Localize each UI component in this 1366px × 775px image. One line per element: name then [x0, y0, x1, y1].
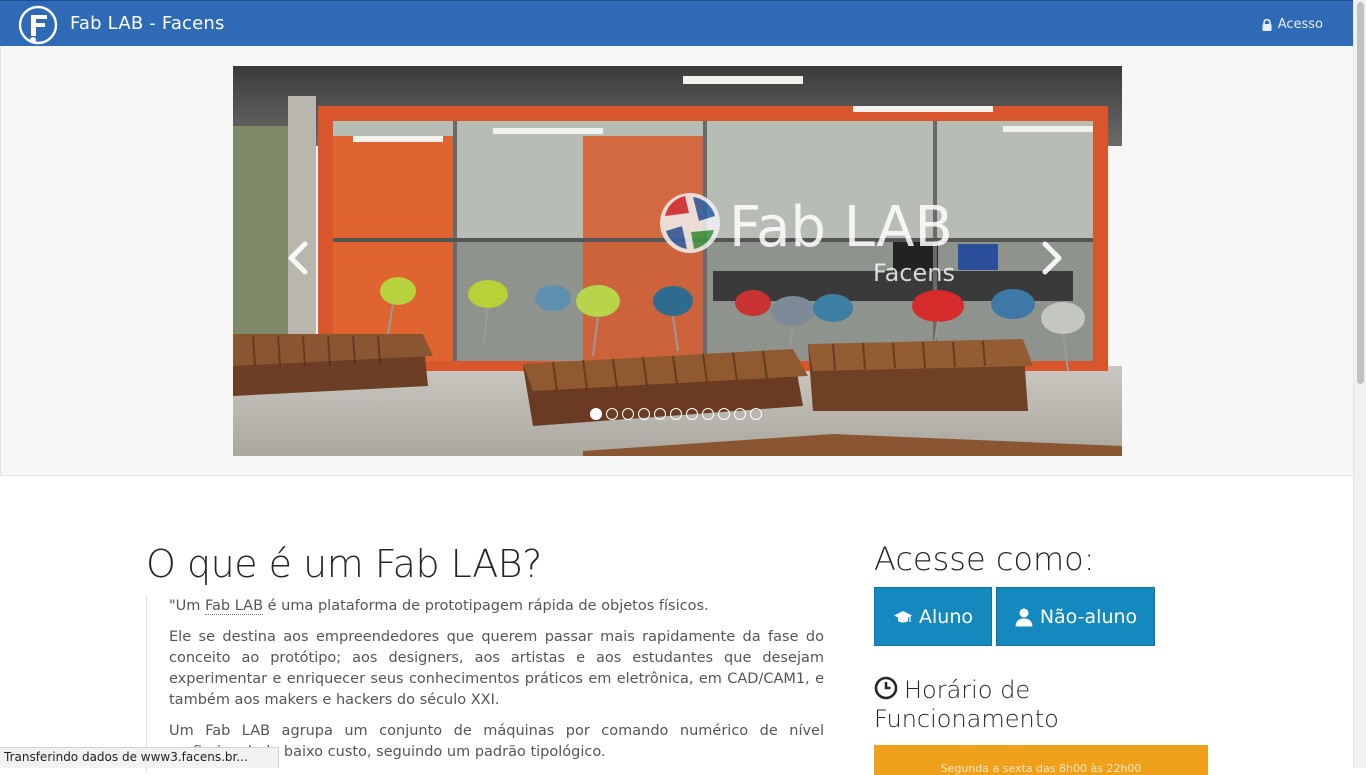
- hours-title: Horário de Funcionamento: [874, 676, 1059, 733]
- carousel-indicator-dot[interactable]: [702, 408, 714, 420]
- hours-heading: Horário de Funcionamento: [874, 676, 1134, 734]
- quote-paragraph-2: Ele se destina aos empreendedores que qu…: [169, 629, 824, 708]
- carousel-indicator-dot[interactable]: [590, 408, 602, 420]
- carousel-indicator-dot[interactable]: [750, 408, 762, 420]
- aluno-label: Aluno: [919, 605, 973, 628]
- fablab-abbr: Fab LAB: [205, 598, 264, 615]
- quote-p1-suffix: é uma plataforma de prototipagem rápida …: [263, 598, 709, 614]
- carousel-indicator-dot[interactable]: [734, 408, 746, 420]
- browser-status-bar: Transferindo dados de www3.facens.br...: [0, 747, 279, 768]
- carousel-indicator-dot[interactable]: [654, 408, 666, 420]
- carousel-next-icon[interactable]: [1037, 238, 1067, 278]
- carousel-indicator-dot[interactable]: [606, 408, 618, 420]
- carousel-indicator-dot[interactable]: [686, 408, 698, 420]
- carousel-indicator-dot[interactable]: [718, 408, 730, 420]
- page-scrollbar[interactable]: [1353, 0, 1366, 768]
- carousel-indicator-dot[interactable]: [670, 408, 682, 420]
- access-label: Acesso: [1277, 17, 1323, 32]
- slide-text-sub: Facens: [873, 259, 955, 287]
- user-icon: [1015, 608, 1033, 626]
- aluno-button[interactable]: Aluno: [874, 587, 992, 646]
- brand-title[interactable]: Fab LAB - Facens: [70, 13, 225, 34]
- carousel-indicators: [590, 408, 762, 420]
- access-link[interactable]: Acesso: [1261, 17, 1323, 32]
- top-navbar: Fab LAB - Facens Acesso: [0, 0, 1353, 46]
- carousel-prev-icon[interactable]: [283, 238, 313, 278]
- hours-panel: Segunda a sexta das 8h00 às 22h00: [874, 745, 1208, 775]
- scrollbar-thumb[interactable]: [1357, 2, 1364, 384]
- facens-logo-icon[interactable]: [18, 5, 58, 45]
- carousel-slide-image: Fab LAB Facens: [233, 66, 1122, 456]
- clock-icon: [874, 676, 898, 700]
- slide-text-main: Fab LAB: [729, 195, 953, 260]
- access-heading: Acesse como:: [874, 540, 1095, 578]
- image-carousel[interactable]: Fab LAB Facens: [233, 66, 1122, 456]
- nao-aluno-button[interactable]: Não-aluno: [996, 587, 1155, 646]
- graduation-cap-icon: [894, 610, 912, 622]
- carousel-indicator-dot[interactable]: [622, 408, 634, 420]
- quote-paragraph-1: "Um Fab LAB é uma plataforma de prototip…: [169, 596, 824, 617]
- quote-p1-prefix: "Um: [169, 598, 206, 614]
- carousel-section: Fab LAB Facens: [0, 46, 1353, 476]
- carousel-indicator-dot[interactable]: [638, 408, 650, 420]
- lock-icon: [1262, 18, 1272, 31]
- page-title: O que é um Fab LAB?: [146, 542, 542, 586]
- nao-aluno-label: Não-aluno: [1039, 605, 1138, 628]
